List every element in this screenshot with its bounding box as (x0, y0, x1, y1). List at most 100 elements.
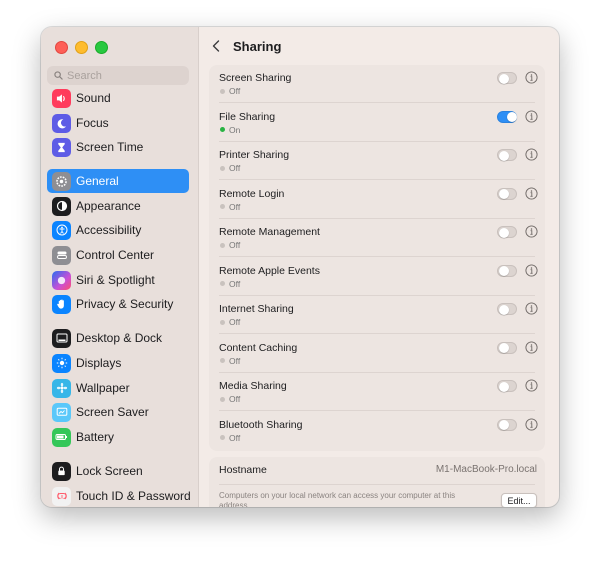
service-toggle[interactable] (497, 149, 517, 161)
status-text: Off (229, 86, 241, 96)
sharing-service-row: File Sharing On (209, 104, 545, 142)
toggle-knob (498, 150, 509, 161)
service-name: Internet Sharing (219, 303, 294, 315)
moon-icon (52, 113, 71, 133)
sharing-service-row: Remote Apple Events Off (209, 258, 545, 296)
zoom-button[interactable] (95, 41, 108, 54)
service-toggle[interactable] (497, 72, 517, 84)
sidebar-item-label: Siri & Spotlight (76, 273, 155, 287)
info-icon[interactable] (525, 109, 538, 123)
sharing-service-row: Bluetooth Sharing Off (209, 412, 545, 450)
info-icon[interactable] (525, 340, 538, 354)
sidebar-item-touch-id-password[interactable]: Touch ID & Password (47, 484, 191, 507)
page-title: Sharing (233, 39, 282, 54)
service-name: Screen Sharing (219, 72, 292, 84)
chevron-left-icon (212, 40, 220, 52)
status-dot-icon (220, 88, 225, 94)
sidebar-item-accessibility[interactable]: Accessibility (47, 218, 189, 242)
sidebar-item-desktop-dock[interactable]: Desktop & Dock (47, 326, 189, 350)
service-status: Off (220, 317, 240, 327)
service-toggle[interactable] (497, 303, 517, 315)
service-toggle[interactable] (497, 110, 517, 123)
search-field[interactable] (47, 66, 189, 85)
service-name: Remote Management (219, 226, 320, 238)
info-icon[interactable] (525, 379, 538, 392)
service-name: Content Caching (219, 341, 298, 354)
sidebar-item-wallpaper[interactable]: Wallpaper (47, 376, 189, 400)
sidebar-item-label: Screen Time (76, 140, 144, 154)
sidebar-item-screen-time[interactable]: Screen Time (47, 135, 189, 159)
service-status: Off (220, 240, 240, 250)
service-status: Off (220, 433, 240, 443)
toggle-knob (498, 304, 509, 315)
close-button[interactable] (55, 41, 68, 54)
appearance-icon (52, 196, 71, 216)
sidebar-item-label: Privacy & Security (76, 297, 174, 311)
service-toggle[interactable] (497, 226, 517, 238)
sidebar-item-appearance[interactable]: Appearance (47, 194, 189, 218)
status-dot-icon (220, 396, 225, 402)
status-dot-icon (220, 242, 225, 248)
service-toggle[interactable] (497, 380, 517, 392)
sidebar-item-screen-saver[interactable]: Screen Saver (47, 400, 189, 424)
status-dot-icon (220, 204, 225, 209)
info-icon[interactable] (525, 417, 538, 431)
service-name: Remote Apple Events (219, 264, 320, 277)
sidebar-item-sound[interactable]: Sound (47, 86, 189, 110)
service-status: Off (220, 356, 240, 366)
status-text: Off (229, 201, 241, 212)
service-name: Media Sharing (219, 380, 287, 392)
toggle-knob (498, 420, 509, 430)
service-toggle[interactable] (497, 264, 517, 277)
service-status: Off (220, 163, 240, 173)
status-dot-icon (220, 165, 225, 171)
service-status: Off (220, 394, 240, 404)
screen-saver-icon (52, 402, 71, 422)
service-toggle[interactable] (497, 418, 517, 431)
info-icon[interactable] (525, 263, 538, 277)
status-text: Off (229, 163, 241, 173)
search-icon (54, 71, 63, 80)
wallpaper-icon (52, 378, 71, 398)
settings-window: Sound Focus Screen Time General Appearan (41, 27, 559, 507)
control-center-icon (52, 245, 71, 265)
sharing-service-row: Content Caching Off (209, 335, 545, 373)
edit-hostname-button[interactable]: Edit... (501, 493, 537, 507)
toggle-knob (506, 112, 517, 122)
info-icon[interactable] (525, 148, 538, 161)
sidebar-item-siri-spotlight[interactable]: Siri & Spotlight (47, 268, 189, 292)
window-controls (55, 41, 108, 54)
minimize-button[interactable] (75, 41, 88, 54)
status-text: On (229, 124, 241, 135)
dock-icon (52, 328, 71, 348)
sidebar-item-focus[interactable]: Focus (47, 111, 189, 135)
sidebar: Sound Focus Screen Time General Appearan (41, 27, 199, 507)
speaker-icon (52, 88, 71, 108)
sharing-services-list: Screen Sharing Off File Sharing On Printer S… (209, 65, 545, 451)
sidebar-item-label: Focus (76, 116, 109, 130)
search-input[interactable] (67, 69, 177, 82)
info-icon[interactable] (525, 71, 538, 84)
info-icon[interactable] (525, 186, 538, 200)
lock-icon (52, 461, 71, 481)
status-text: Off (229, 317, 241, 327)
info-icon[interactable] (525, 225, 538, 238)
sidebar-item-control-center[interactable]: Control Center (47, 243, 189, 267)
sidebar-item-lock-screen[interactable]: Lock Screen (47, 459, 189, 483)
sidebar-item-privacy-security[interactable]: Privacy & Security (47, 292, 189, 316)
service-toggle[interactable] (497, 341, 517, 354)
sidebar-item-label: Displays (76, 356, 122, 370)
sharing-service-row: Media Sharing Off (209, 373, 545, 411)
sidebar-item-battery[interactable]: Battery (47, 425, 189, 449)
siri-icon (52, 270, 71, 290)
service-toggle[interactable] (497, 187, 517, 200)
hostname-description: Computers on your local network can acce… (219, 491, 456, 507)
sidebar-item-label: Sound (76, 91, 111, 105)
info-icon[interactable] (525, 302, 538, 315)
sharing-service-row: Remote Login Off (209, 181, 545, 219)
toggle-knob (498, 343, 509, 353)
back-button[interactable] (206, 36, 226, 56)
sidebar-item-displays[interactable]: Displays (47, 351, 189, 375)
sidebar-item-general[interactable]: General (47, 169, 189, 193)
sidebar-item-label: Touch ID & Password (76, 489, 191, 503)
